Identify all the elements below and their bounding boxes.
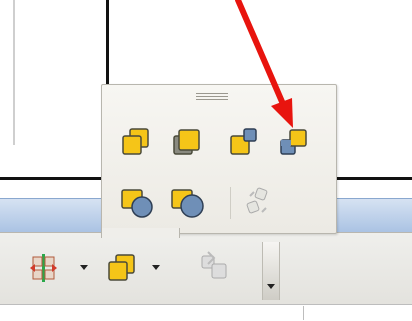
bring-forward-icon <box>173 129 200 155</box>
reverse-button[interactable] <box>240 184 276 220</box>
in-front-of-object-icon <box>121 189 153 218</box>
send-to-back-button[interactable] <box>276 124 312 160</box>
toolbar-overflow-button[interactable] <box>262 242 280 300</box>
bring-to-front-button[interactable] <box>118 124 154 160</box>
chevron-down-icon[interactable] <box>152 265 160 271</box>
align-button[interactable] <box>24 248 88 288</box>
arrange-icon <box>108 254 135 281</box>
behind-object-icon <box>171 189 204 218</box>
chevron-down-icon <box>267 284 275 289</box>
popup-divider <box>230 187 231 219</box>
status-area <box>0 304 412 321</box>
bring-forward-button[interactable] <box>169 124 205 160</box>
group-icon <box>201 251 227 279</box>
chevron-down-icon[interactable] <box>80 265 88 271</box>
popup-connector <box>101 228 180 238</box>
align-icon <box>30 254 57 282</box>
group-button[interactable] <box>196 248 236 288</box>
status-divider <box>303 306 304 320</box>
popup-drag-handle[interactable] <box>196 93 228 102</box>
bring-to-front-icon <box>122 128 149 155</box>
send-backward-button[interactable] <box>226 124 262 160</box>
send-to-back-icon <box>280 129 307 155</box>
behind-object-button[interactable] <box>168 184 208 220</box>
reverse-icon <box>246 187 268 214</box>
document-page <box>14 0 106 176</box>
in-front-of-object-button[interactable] <box>118 184 158 220</box>
arrange-button[interactable] <box>102 248 168 288</box>
page-border-left <box>13 0 15 145</box>
send-backward-icon <box>230 128 257 155</box>
